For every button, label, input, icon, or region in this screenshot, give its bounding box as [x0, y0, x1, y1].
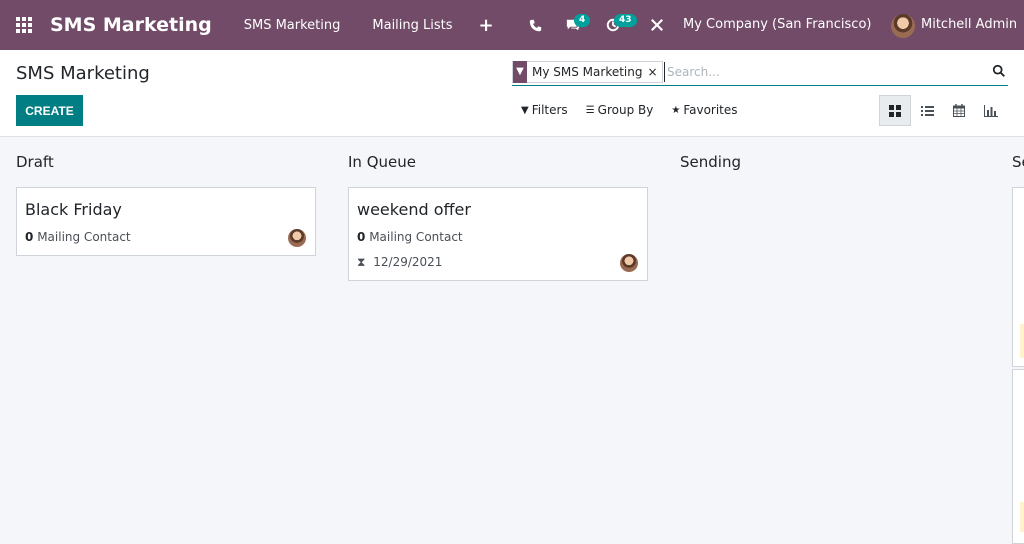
column-title: Sending [680, 153, 741, 171]
search-icon[interactable] [992, 63, 1008, 79]
card-title: weekend offer [357, 200, 471, 219]
app-name[interactable]: SMS Marketing [50, 14, 212, 36]
contacts-count: 0 [25, 230, 34, 244]
filter-facet-icon: ▼ [513, 60, 527, 83]
calendar-icon [953, 104, 965, 117]
responsible-avatar[interactable] [620, 254, 638, 272]
mailing-contact-count: 0 Mailing Contact [25, 230, 131, 244]
activities-badge: 43 [614, 14, 637, 27]
calendar-view-button[interactable] [943, 95, 975, 126]
page-title: SMS Marketing [16, 63, 150, 84]
column-title: Draft [16, 153, 54, 171]
top-navbar: SMS Marketing SMS Marketing Mailing List… [0, 0, 1024, 50]
company-switcher[interactable]: My Company (San Francisco) [683, 17, 871, 32]
schedule-date: ⧗ 12/29/2021 [357, 255, 442, 270]
filters-label: Filters [531, 103, 568, 117]
plus-icon[interactable]: + [479, 15, 494, 36]
kanban-card[interactable]: Black Friday 0 Mailing Contact [16, 187, 316, 256]
messages-badge: 4 [574, 14, 591, 27]
create-button[interactable]: CREATE [16, 95, 83, 126]
phone-icon[interactable] [522, 0, 548, 50]
user-avatar[interactable] [891, 14, 915, 38]
search-options: ▼ Filters ☰ Group By ★ Favorites [521, 103, 756, 117]
menu-sms-marketing[interactable]: SMS Marketing [244, 18, 341, 33]
contacts-label: Mailing Contact [37, 230, 131, 244]
column-title: In Queue [348, 153, 416, 171]
search-box: ▼ My SMS Marketing × [512, 60, 1008, 86]
kanban-card-partial[interactable] [1012, 187, 1024, 367]
filters-dropdown[interactable]: ▼ Filters [521, 103, 568, 117]
favorites-label: Favorites [683, 103, 738, 117]
list-icon [920, 105, 934, 116]
groupby-dropdown[interactable]: ☰ Group By [586, 103, 654, 117]
search-facet: ▼ My SMS Marketing × [512, 60, 663, 83]
card-highlight [1020, 502, 1024, 532]
debug-tools-icon[interactable] [644, 0, 670, 50]
graph-view-button[interactable] [975, 95, 1007, 126]
contacts-count: 0 [357, 230, 366, 244]
star-icon: ★ [671, 104, 681, 116]
kanban-card[interactable]: weekend offer 0 Mailing Contact ⧗ 12/29/… [348, 187, 648, 281]
control-panel: SMS Marketing CREATE ▼ My SMS Marketing … [0, 50, 1024, 137]
kanban-card-partial[interactable] [1012, 369, 1024, 544]
user-menu[interactable]: Mitchell Admin [921, 17, 1017, 32]
facet-label: My SMS Marketing [532, 65, 643, 79]
responsible-avatar[interactable] [288, 229, 306, 247]
groupby-label: Group By [597, 103, 654, 117]
column-title: Sent [1012, 153, 1024, 171]
mailing-contact-count: 0 Mailing Contact [357, 230, 463, 244]
card-title: Black Friday [25, 200, 122, 219]
bars-icon: ☰ [585, 104, 595, 116]
card-highlight [1020, 324, 1024, 358]
search-input[interactable] [664, 62, 964, 82]
messages-icon[interactable]: 4 [560, 0, 591, 50]
hourglass-icon: ⧗ [357, 255, 366, 269]
activities-icon[interactable]: 43 [600, 0, 637, 50]
menu-mailing-lists[interactable]: Mailing Lists [372, 18, 452, 33]
kanban-icon [889, 104, 901, 117]
graph-icon [984, 104, 998, 117]
contacts-label: Mailing Contact [369, 230, 463, 244]
kanban-board: Draft Black Friday 0 Mailing Contact In … [0, 137, 1024, 544]
facet-remove-icon[interactable]: × [647, 65, 661, 79]
list-view-button[interactable] [911, 95, 943, 126]
funnel-icon: ▼ [521, 104, 529, 116]
schedule-date-value: 12/29/2021 [373, 255, 443, 269]
favorites-dropdown[interactable]: ★ Favorites [671, 103, 737, 117]
apps-menu-icon[interactable] [2, 0, 46, 50]
kanban-view-button[interactable] [879, 95, 911, 126]
view-switcher [879, 95, 1007, 126]
